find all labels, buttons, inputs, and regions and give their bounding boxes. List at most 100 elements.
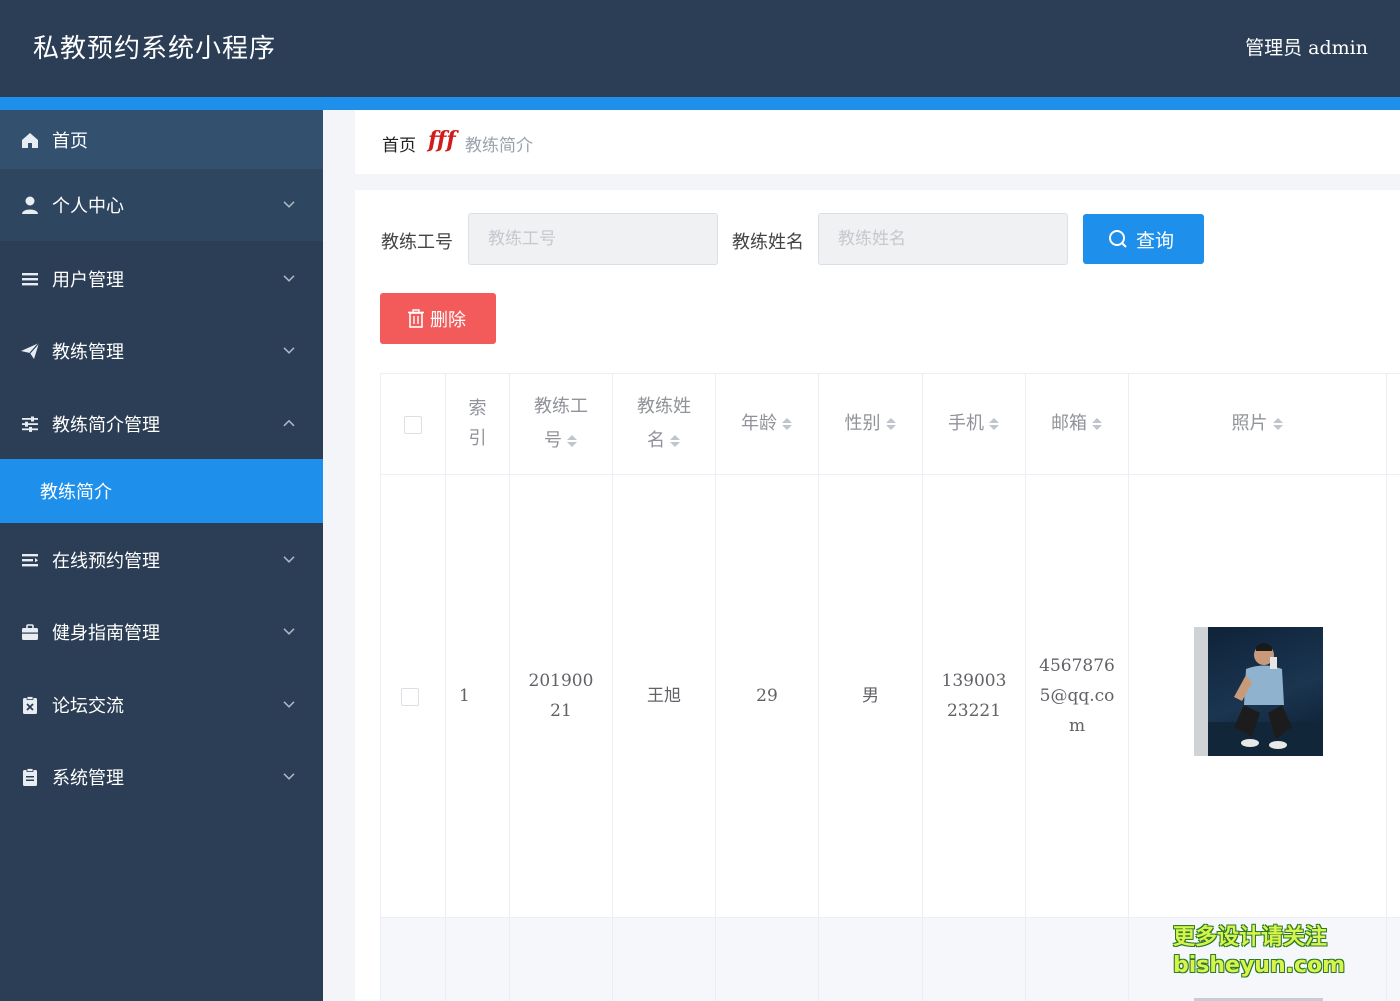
header-phone-label: 手机 xyxy=(948,413,984,434)
chevron-down-icon xyxy=(283,201,295,208)
sort-icon[interactable] xyxy=(781,416,793,432)
sort-icon[interactable] xyxy=(988,416,1000,432)
cell-text: 男 xyxy=(862,686,879,706)
header-email-label: 邮箱 xyxy=(1051,413,1087,434)
breadcrumb-current: 教练简介 xyxy=(465,136,533,156)
watermark: 更多设计请关注 bisheyun.com xyxy=(1173,924,1346,980)
sidebar-subitem-label: 教练简介 xyxy=(40,482,112,503)
cell-text: 13900323221 xyxy=(941,671,1007,721)
header-accent-strip xyxy=(0,97,1400,110)
sort-icon[interactable] xyxy=(1272,416,1284,432)
chevron-down-icon xyxy=(283,347,295,354)
coach-photo[interactable] xyxy=(1194,627,1323,756)
sort-icon[interactable] xyxy=(1091,416,1103,432)
header-coach-id-label: 教练工号 xyxy=(534,396,588,451)
table-cell-coach-name: 王旭 xyxy=(613,475,716,917)
sort-icon[interactable] xyxy=(669,433,681,449)
sidebar: 首页 个人中心 用户管理 教练管理 教练简介管理 教练简介 在线预约管理 健身指… xyxy=(0,110,323,1001)
coach-name-input[interactable] xyxy=(818,213,1068,265)
sidebar-item-forum[interactable]: 论坛交流 xyxy=(0,675,323,735)
admin-user-label[interactable]: 管理员 admin xyxy=(1245,33,1368,60)
sort-icon[interactable] xyxy=(566,433,578,449)
chevron-down-icon xyxy=(283,275,295,282)
coach-photo-image xyxy=(1194,627,1323,756)
cell-text: 1 xyxy=(459,686,470,706)
sidebar-item-system-management[interactable]: 系统管理 xyxy=(0,747,323,807)
row-select-cell xyxy=(381,475,446,917)
table-cell-index: 1 xyxy=(446,475,510,917)
app-title: 私教预约系统小程序 xyxy=(33,34,277,64)
cell-text: 王旭 xyxy=(647,686,681,706)
cell-text: 29 xyxy=(756,686,778,706)
query-button-label: 查询 xyxy=(1136,230,1175,252)
breadcrumb-home[interactable]: 首页 xyxy=(382,131,416,156)
header-email[interactable]: 邮箱 xyxy=(1026,374,1129,475)
sidebar-item-label: 教练简介管理 xyxy=(52,415,160,436)
sidebar-item-user-management[interactable]: 用户管理 xyxy=(0,249,323,309)
sidebar-item-label: 系统管理 xyxy=(52,768,124,789)
sidebar-item-label: 教练管理 xyxy=(52,342,124,363)
chevron-down-icon xyxy=(283,773,295,780)
briefcase-icon xyxy=(22,624,38,640)
breadcrumb: 首页 fff 教练简介 xyxy=(355,110,1400,174)
table-cell-gender: 男 xyxy=(819,475,923,917)
header-overflow xyxy=(1387,374,1400,475)
sliders-icon xyxy=(22,416,38,432)
sidebar-item-coach-management[interactable]: 教练管理 xyxy=(0,321,323,381)
header-coach-name-label: 教练姓名 xyxy=(637,396,691,451)
chevron-up-icon xyxy=(283,419,295,427)
table-cell-photo xyxy=(1129,475,1387,917)
search-icon xyxy=(1109,230,1127,248)
watermark-line: 更多设计请关注 xyxy=(1173,925,1328,950)
sort-icon[interactable] xyxy=(885,416,897,432)
breadcrumb-separator: fff xyxy=(428,127,456,153)
header-phone[interactable]: 手机 xyxy=(923,374,1026,475)
query-button[interactable]: 查询 xyxy=(1083,214,1204,264)
watermark-line: bisheyun.com xyxy=(1173,953,1346,978)
table-cell-coach-id: 20190021 xyxy=(510,475,613,917)
top-header: 私教预约系统小程序 管理员 admin xyxy=(0,0,1400,97)
sidebar-item-label: 论坛交流 xyxy=(52,696,124,717)
align-icon xyxy=(22,554,38,567)
header-gender-label: 性别 xyxy=(844,413,881,434)
header-photo[interactable]: 照片 xyxy=(1129,374,1387,475)
header-age[interactable]: 年龄 xyxy=(716,374,819,475)
sidebar-subitem-coach-intro[interactable]: 教练简介 xyxy=(0,459,323,523)
chevron-down-icon xyxy=(283,701,295,708)
row-checkbox[interactable] xyxy=(401,688,419,706)
user-icon xyxy=(22,196,38,214)
sidebar-item-home[interactable]: 首页 xyxy=(0,110,323,169)
coach-id-label: 教练工号 xyxy=(381,232,453,253)
table-cell-overflow xyxy=(1387,475,1400,917)
sidebar-item-fitness-guide[interactable]: 健身指南管理 xyxy=(0,602,323,662)
header-coach-name[interactable]: 教练姓名 xyxy=(613,374,716,475)
sidebar-item-label: 个人中心 xyxy=(52,196,124,217)
delete-button-label: 删除 xyxy=(430,310,466,331)
trash-icon xyxy=(408,309,424,328)
chevron-down-icon xyxy=(283,556,295,563)
header-coach-id[interactable]: 教练工号 xyxy=(510,374,613,475)
sidebar-item-coach-intro-management[interactable]: 教练简介管理 xyxy=(0,394,323,454)
main-content: 教练工号 教练姓名 查询 删除 索引 教练工号 教练姓名 年龄 性别 手机 xyxy=(355,190,1400,1001)
sidebar-item-personal-center[interactable]: 个人中心 xyxy=(0,169,323,241)
table-cell-age: 29 xyxy=(716,475,819,917)
header-select-all xyxy=(381,374,446,475)
header-age-label: 年龄 xyxy=(741,413,777,434)
sidebar-item-label: 用户管理 xyxy=(52,270,124,291)
sidebar-item-label: 健身指南管理 xyxy=(52,623,160,644)
header-index: 索引 xyxy=(446,374,510,475)
paper-plane-icon xyxy=(21,342,40,359)
sidebar-item-label: 在线预约管理 xyxy=(52,551,160,572)
table-cell-phone: 13900323221 xyxy=(923,475,1026,917)
list-icon xyxy=(22,273,38,286)
home-icon xyxy=(22,132,38,148)
sidebar-item-online-booking[interactable]: 在线预约管理 xyxy=(0,530,323,590)
table-cell-email: 45678765@qq.com xyxy=(1026,475,1129,917)
clipboard-icon xyxy=(23,696,37,714)
chevron-down-icon xyxy=(283,628,295,635)
coach-id-input[interactable] xyxy=(468,213,718,265)
delete-button[interactable]: 删除 xyxy=(380,293,496,344)
select-all-checkbox[interactable] xyxy=(404,416,422,434)
header-index-label: 索引 xyxy=(468,398,487,449)
header-gender[interactable]: 性别 xyxy=(819,374,923,475)
